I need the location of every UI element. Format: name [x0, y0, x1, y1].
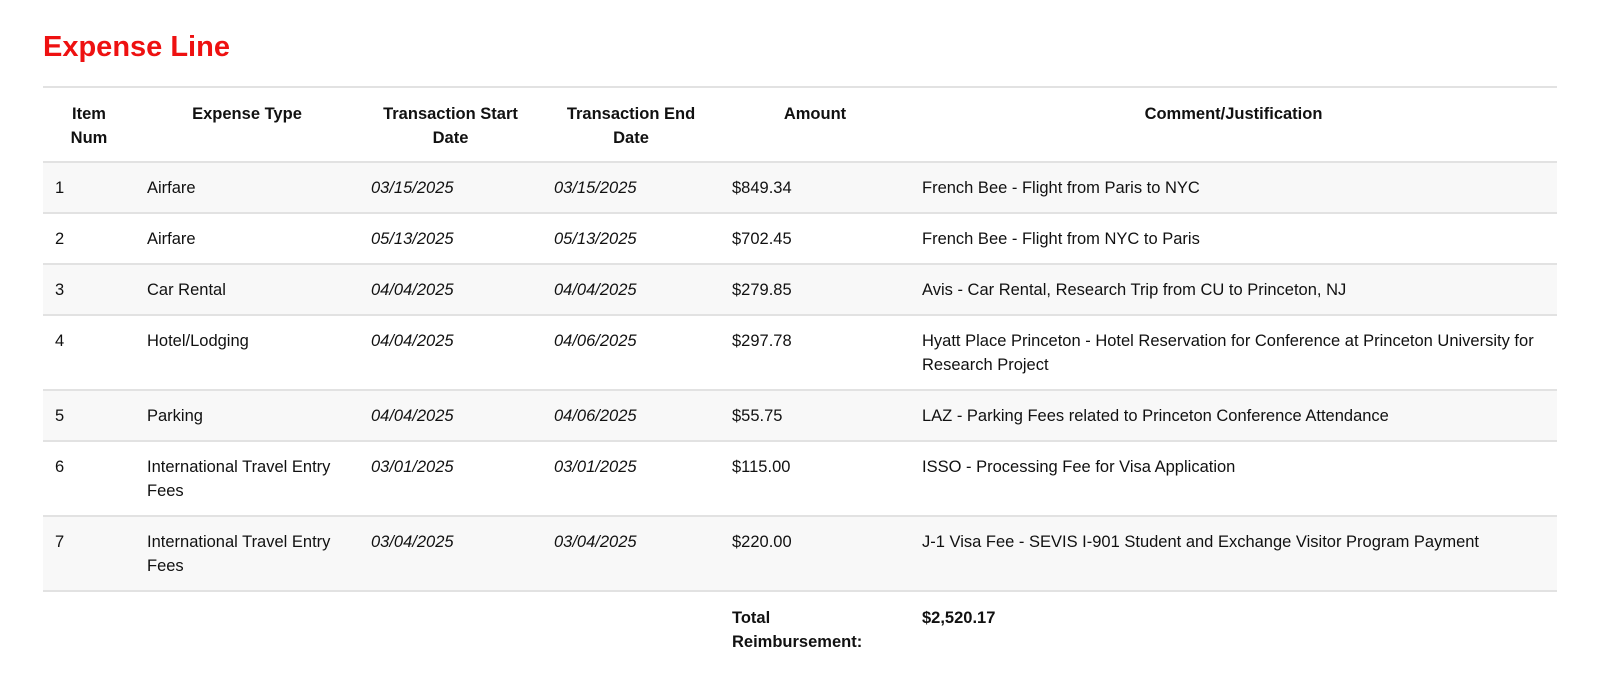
- comment-cell: French Bee - Flight from NYC to Paris: [910, 213, 1557, 265]
- amount-cell: $849.34: [720, 162, 910, 214]
- start-date-cell: 04/04/2025: [359, 315, 542, 391]
- item-num-cell: 6: [43, 441, 135, 517]
- header-row: Item Num Expense Type Transaction Start …: [43, 87, 1557, 163]
- expense-type-cell: Hotel/Lodging: [135, 315, 359, 391]
- expense-type-cell: Airfare: [135, 162, 359, 214]
- table-footer: Total Reimbursement: $2,520.17: [43, 591, 1557, 666]
- header-end-date: Transaction End Date: [542, 87, 720, 163]
- start-date-cell: 03/04/2025: [359, 516, 542, 592]
- table-row: 2 Airfare 05/13/2025 05/13/2025 $702.45 …: [43, 213, 1557, 265]
- end-date-cell: 03/01/2025: [542, 441, 720, 517]
- table-body: 1 Airfare 03/15/2025 03/15/2025 $849.34 …: [43, 162, 1557, 592]
- table-row: 6 International Travel Entry Fees 03/01/…: [43, 441, 1557, 517]
- end-date-cell: 03/15/2025: [542, 162, 720, 214]
- table-header: Item Num Expense Type Transaction Start …: [43, 87, 1557, 163]
- end-date-cell: 05/13/2025: [542, 213, 720, 265]
- end-date-cell: 03/04/2025: [542, 516, 720, 592]
- table-row: 5 Parking 04/04/2025 04/06/2025 $55.75 L…: [43, 390, 1557, 442]
- table-row: 4 Hotel/Lodging 04/04/2025 04/06/2025 $2…: [43, 315, 1557, 391]
- comment-cell: Hyatt Place Princeton - Hotel Reservatio…: [910, 315, 1557, 391]
- start-date-cell: 04/04/2025: [359, 390, 542, 442]
- page-title: Expense Line: [43, 31, 230, 63]
- start-date-cell: 05/13/2025: [359, 213, 542, 265]
- header-comment: Comment/Justification: [910, 87, 1557, 163]
- expense-type-cell: International Travel Entry Fees: [135, 441, 359, 517]
- table-row: 3 Car Rental 04/04/2025 04/04/2025 $279.…: [43, 264, 1557, 316]
- comment-cell: French Bee - Flight from Paris to NYC: [910, 162, 1557, 214]
- comment-cell: ISSO - Processing Fee for Visa Applicati…: [910, 441, 1557, 517]
- start-date-cell: 04/04/2025: [359, 264, 542, 316]
- item-num-cell: 4: [43, 315, 135, 391]
- amount-cell: $297.78: [720, 315, 910, 391]
- expense-type-cell: Airfare: [135, 213, 359, 265]
- total-label: Total Reimbursement:: [732, 609, 863, 651]
- expense-type-cell: Car Rental: [135, 264, 359, 316]
- item-num-cell: 1: [43, 162, 135, 214]
- comment-cell: Avis - Car Rental, Research Trip from CU…: [910, 264, 1557, 316]
- header-item-num: Item Num: [43, 87, 135, 163]
- item-num-cell: 7: [43, 516, 135, 592]
- amount-cell: $115.00: [720, 441, 910, 517]
- end-date-cell: 04/04/2025: [542, 264, 720, 316]
- expense-type-cell: International Travel Entry Fees: [135, 516, 359, 592]
- header-amount: Amount: [720, 87, 910, 163]
- end-date-cell: 04/06/2025: [542, 390, 720, 442]
- start-date-cell: 03/15/2025: [359, 162, 542, 214]
- header-expense-type: Expense Type: [135, 87, 359, 163]
- total-value: $2,520.17: [922, 609, 996, 627]
- table-row: 1 Airfare 03/15/2025 03/15/2025 $849.34 …: [43, 162, 1557, 214]
- item-num-cell: 2: [43, 213, 135, 265]
- item-num-cell: 3: [43, 264, 135, 316]
- amount-cell: $279.85: [720, 264, 910, 316]
- expense-type-cell: Parking: [135, 390, 359, 442]
- comment-cell: LAZ - Parking Fees related to Princeton …: [910, 390, 1557, 442]
- item-num-cell: 5: [43, 390, 135, 442]
- expense-line-page: Expense Line Item Num Expense Type Trans…: [0, 0, 1600, 666]
- amount-cell: $220.00: [720, 516, 910, 592]
- header-start-date: Transaction Start Date: [359, 87, 542, 163]
- amount-cell: $702.45: [720, 213, 910, 265]
- comment-cell: J-1 Visa Fee - SEVIS I-901 Student and E…: [910, 516, 1557, 592]
- end-date-cell: 04/06/2025: [542, 315, 720, 391]
- total-row: Total Reimbursement: $2,520.17: [43, 591, 1557, 666]
- amount-cell: $55.75: [720, 390, 910, 442]
- table-row: 7 International Travel Entry Fees 03/04/…: [43, 516, 1557, 592]
- expense-table: Item Num Expense Type Transaction Start …: [43, 86, 1557, 666]
- start-date-cell: 03/01/2025: [359, 441, 542, 517]
